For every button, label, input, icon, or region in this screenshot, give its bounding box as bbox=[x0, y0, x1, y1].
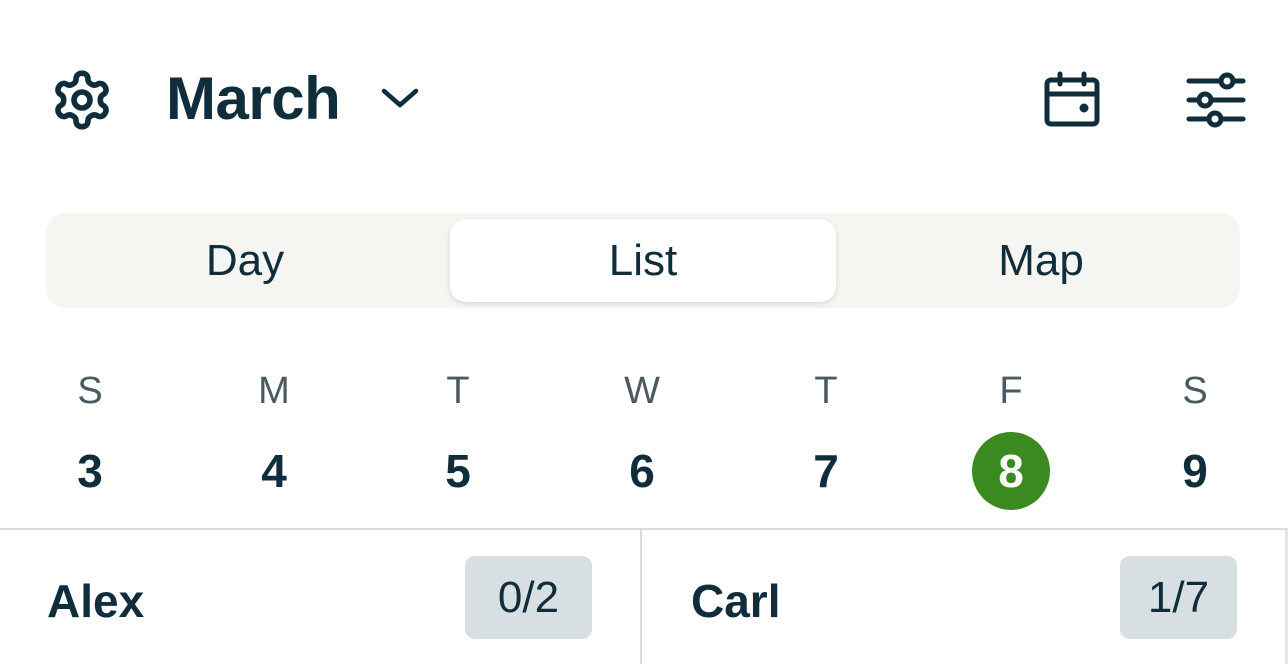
person-column-carl[interactable]: Carl 1/7 bbox=[642, 530, 1285, 664]
day-friday-8[interactable]: F 8 bbox=[951, 360, 1071, 510]
tab-day[interactable]: Day bbox=[52, 219, 438, 302]
day-letter: W bbox=[624, 370, 660, 412]
person-name: Alex bbox=[47, 575, 145, 627]
week-strip: S 3 M 4 T 5 W 6 T 7 F 8 S 9 bbox=[0, 360, 1288, 510]
calendar-icon bbox=[1042, 70, 1102, 130]
sliders-icon bbox=[1185, 72, 1247, 128]
view-switcher: Day List Map bbox=[46, 213, 1240, 308]
person-column-alex[interactable]: Alex 0/2 bbox=[0, 530, 640, 664]
month-title: March bbox=[166, 64, 341, 132]
count-badge: 0/2 bbox=[465, 556, 592, 639]
day-thursday-7[interactable]: T 7 bbox=[766, 360, 886, 510]
tab-list[interactable]: List bbox=[450, 219, 836, 302]
day-letter: T bbox=[446, 370, 470, 412]
settings-button[interactable] bbox=[46, 66, 118, 134]
day-saturday-9[interactable]: S 9 bbox=[1135, 360, 1255, 510]
tab-map[interactable]: Map bbox=[848, 219, 1234, 302]
day-date: 3 bbox=[77, 445, 103, 497]
day-letter: S bbox=[77, 370, 103, 412]
day-letter: T bbox=[814, 370, 838, 412]
day-letter: F bbox=[999, 370, 1023, 412]
day-date: 5 bbox=[445, 445, 471, 497]
count-badge: 1/7 bbox=[1120, 556, 1237, 639]
gear-icon bbox=[50, 68, 114, 132]
chevron-down-icon bbox=[380, 86, 420, 110]
month-selector[interactable]: March bbox=[166, 62, 420, 134]
filters-button[interactable] bbox=[1180, 66, 1252, 134]
person-name: Carl bbox=[691, 575, 781, 627]
calendar-button[interactable] bbox=[1036, 66, 1108, 134]
day-wednesday-6[interactable]: W 6 bbox=[582, 360, 702, 510]
app-screen: March Day List Map S 3 M 4 T 5 W 6 T 7 F… bbox=[0, 0, 1288, 664]
day-date: 9 bbox=[1182, 445, 1208, 497]
day-date: 4 bbox=[261, 445, 287, 497]
day-monday-4[interactable]: M 4 bbox=[214, 360, 334, 510]
day-letter: S bbox=[1182, 370, 1208, 412]
day-date: 7 bbox=[813, 445, 839, 497]
selected-day-date: 8 bbox=[972, 432, 1050, 510]
header: March bbox=[0, 0, 1288, 200]
day-letter: M bbox=[258, 370, 290, 412]
day-sunday-3[interactable]: S 3 bbox=[30, 360, 150, 510]
day-date: 6 bbox=[629, 445, 655, 497]
day-tuesday-5[interactable]: T 5 bbox=[398, 360, 518, 510]
